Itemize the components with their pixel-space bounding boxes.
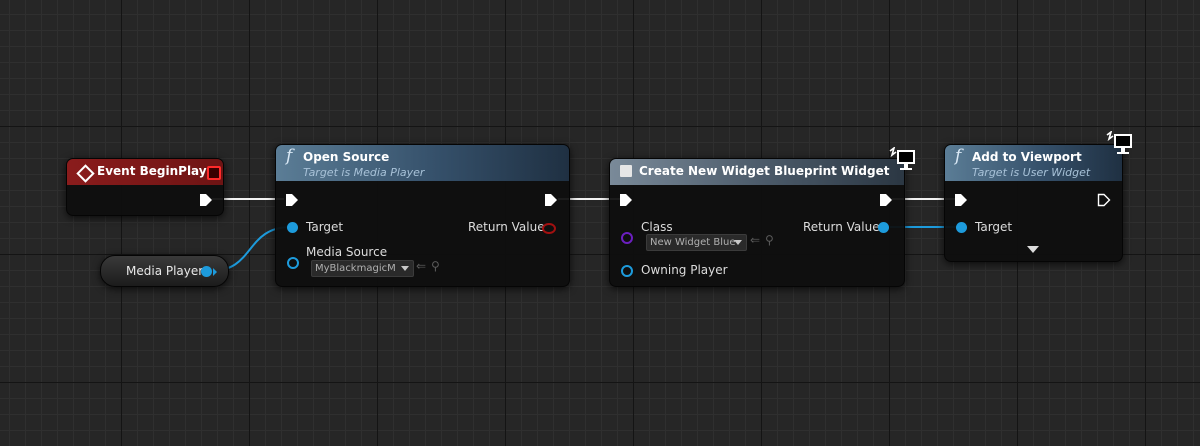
event-delegate-pin[interactable] [207,166,221,180]
exec-in-pin[interactable] [619,193,633,207]
event-beginplay-node[interactable]: Event BeginPlay [66,158,224,216]
owning-player-input-pin[interactable] [621,265,633,277]
client-monitor-icon [1106,131,1132,154]
media-player-label: Media Player [126,264,204,278]
exec-in-pin[interactable] [285,193,299,207]
class-pin-label: Class [641,220,673,234]
class-value: New Widget Blue [650,237,736,248]
open-source-title: Open Source [303,150,390,164]
exec-in-pin[interactable] [954,193,968,207]
media-source-label: Media Source [306,245,388,259]
pin-arrow-icon [213,268,217,276]
chevron-down-icon [734,240,742,245]
chevron-down-icon [401,266,409,271]
target-input-pin[interactable] [956,222,967,233]
media-source-value: MyBlackmagicM [315,263,396,274]
open-source-header[interactable]: f Open Source Target is Media Player [276,145,569,181]
exec-out-pin[interactable] [199,193,213,207]
open-source-node[interactable]: f Open Source Target is Media Player Tar… [275,144,570,287]
browse-asset-icon[interactable]: ⚲ [431,259,440,273]
return-value-label: Return Value [468,220,545,234]
exec-out-pin-unconnected[interactable] [1097,193,1111,207]
add-to-viewport-subtitle: Target is User Widget [972,166,1091,179]
owning-player-label: Owning Player [641,263,728,277]
media-player-output-pin[interactable] [201,266,212,277]
target-input-pin[interactable] [287,222,298,233]
return-value-label: Return Value [803,220,880,234]
browse-asset-icon[interactable]: ⚲ [765,233,774,247]
class-input-pin[interactable] [621,232,633,244]
expand-arrow-icon[interactable] [1027,246,1039,253]
media-player-variable-node[interactable]: Media Player [100,255,229,287]
add-to-viewport-header[interactable]: f Add to Viewport Target is User Widget [945,145,1122,181]
add-to-viewport-node[interactable]: f Add to Viewport Target is User Widget … [944,131,1132,262]
media-source-input-pin[interactable] [287,257,299,269]
return-value-output-pin[interactable] [542,223,556,234]
class-dropdown[interactable]: New Widget Blue [646,234,747,251]
create-widget-header[interactable]: Create New Widget Blueprint Widget [610,159,904,185]
exec-out-pin[interactable] [879,193,893,207]
function-icon: f [955,146,962,166]
return-value-output-pin[interactable] [878,222,889,233]
exec-out-pin[interactable] [544,193,558,207]
create-widget-title: Create New Widget Blueprint Widget [639,164,890,178]
use-selected-asset-icon[interactable]: ⇐ [750,233,760,247]
event-beginplay-header[interactable]: Event BeginPlay [67,159,223,185]
create-widget-node[interactable]: Create New Widget Blueprint Widget Class… [609,147,915,287]
event-beginplay-title: Event BeginPlay [97,164,207,178]
target-pin-label: Target [975,220,1013,234]
open-source-subtitle: Target is Media Player [303,166,425,179]
function-icon: f [286,146,293,166]
add-to-viewport-title: Add to Viewport [972,150,1082,164]
event-diamond-icon [76,164,95,183]
target-pin-label: Target [306,220,344,234]
widget-icon [620,165,632,177]
media-source-dropdown[interactable]: MyBlackmagicM [311,260,414,277]
client-monitor-icon [889,147,915,170]
use-selected-asset-icon[interactable]: ⇐ [416,259,426,273]
